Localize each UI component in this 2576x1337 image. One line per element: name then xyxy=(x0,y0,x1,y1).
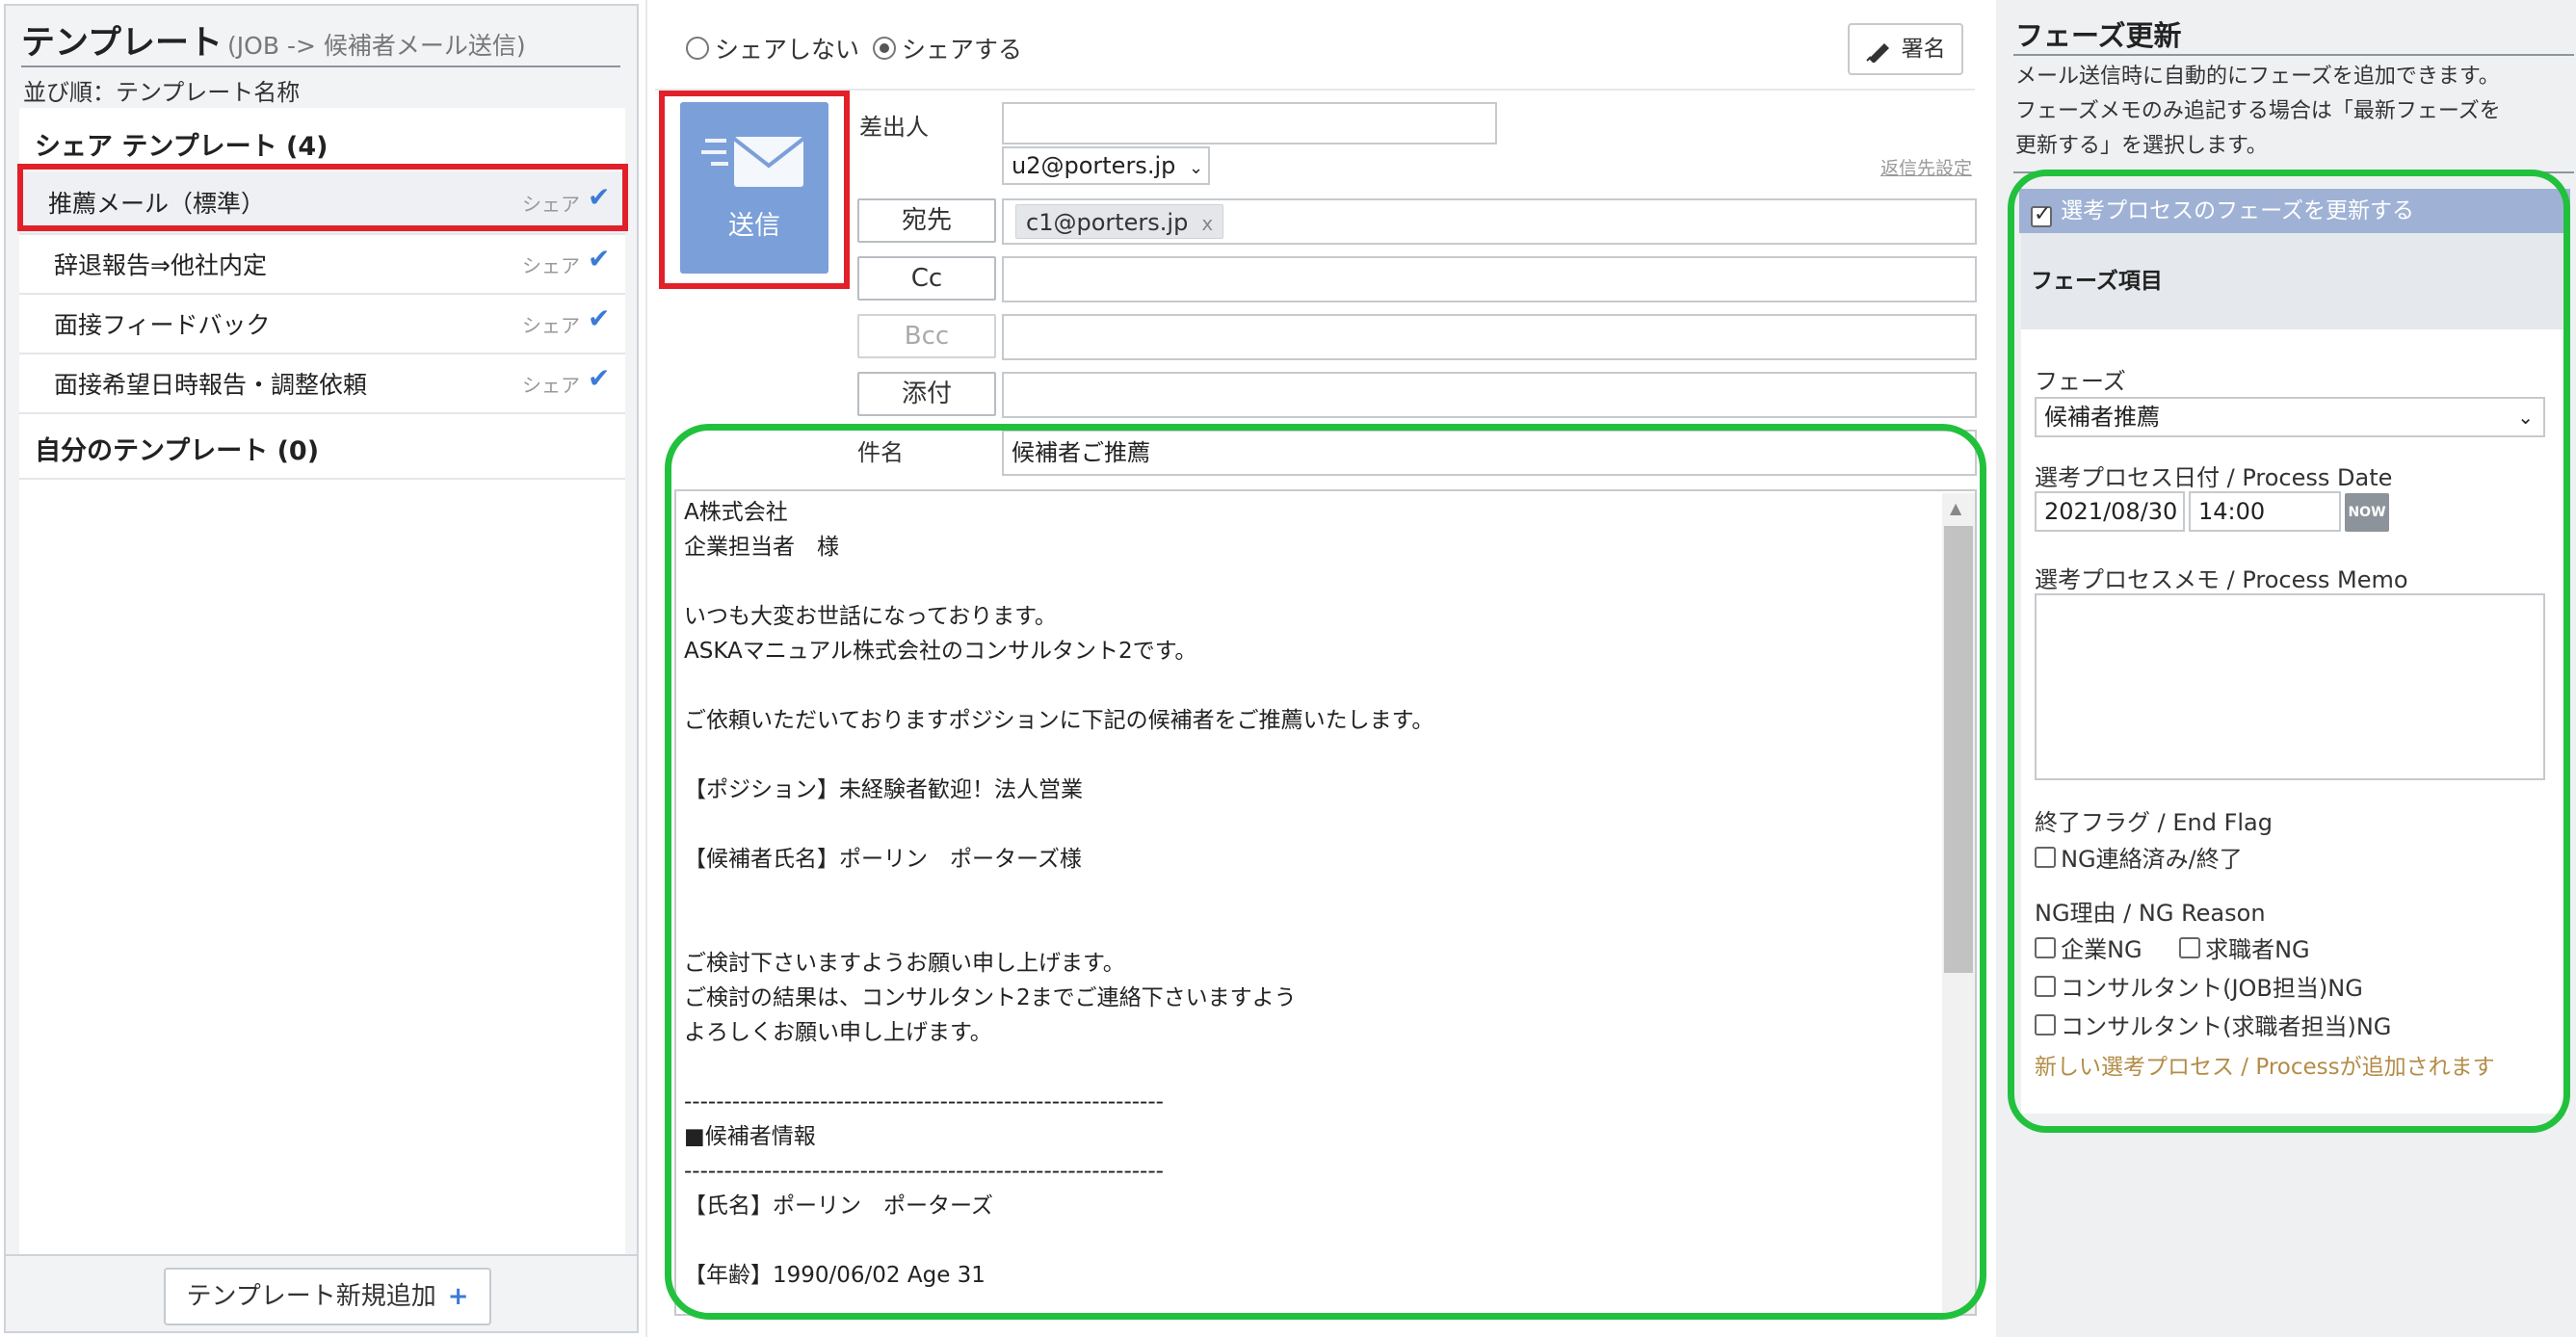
template-panel-header: テンプレート (JOB -> 候補者メール送信) xyxy=(21,15,628,64)
phase-title-divider xyxy=(2013,54,2574,56)
highlight-send-button xyxy=(659,91,850,289)
from-field[interactable] xyxy=(1002,102,1497,144)
signature-button[interactable]: 署名 xyxy=(1848,23,1963,75)
template-list: シェア テンプレート (4) 推薦メール（標準） シェア ✔ 辞退報告⇒他社内定… xyxy=(19,108,625,1254)
divider xyxy=(19,478,625,480)
plus-icon: + xyxy=(447,1282,469,1311)
template-item-label: 面接希望日時報告・調整依頼 xyxy=(54,371,368,399)
header-divider xyxy=(21,66,620,67)
from-label: 差出人 xyxy=(859,114,929,141)
bcc-button[interactable]: Bcc xyxy=(857,314,996,358)
add-template-label: テンプレート新規追加 xyxy=(186,1282,436,1311)
from-address-select[interactable]: u2@porters.jp ⌄ xyxy=(1002,146,1210,185)
highlight-selected-template xyxy=(17,164,628,231)
sort-order-label: 並び順：テンプレート名称 xyxy=(23,79,301,106)
radio-share-yes[interactable] xyxy=(873,37,896,60)
close-icon[interactable]: x xyxy=(1201,212,1213,235)
share-option-yes[interactable]: シェアする xyxy=(873,31,1022,66)
shared-templates-heading: シェア テンプレート (4) xyxy=(35,132,329,162)
to-button[interactable]: 宛先 xyxy=(857,198,996,243)
chevron-down-icon: ⌄ xyxy=(1188,158,1204,178)
template-item-feedback[interactable]: 面接フィードバック シェア ✔ xyxy=(19,295,625,353)
checkmark-icon: ✔ xyxy=(588,362,611,394)
reply-to-settings-link[interactable]: 返信先設定 xyxy=(1880,154,1972,180)
to-field[interactable]: c1@porters.jp x xyxy=(1002,198,1977,245)
share-option-no[interactable]: シェアしない xyxy=(686,31,859,66)
share-label: シェア xyxy=(522,314,580,337)
phase-panel-description: メール送信時に自動的にフェーズを追加できます。 フェーズメモのみ追記する場合は「… xyxy=(2015,65,2501,158)
add-template-button[interactable]: テンプレート新規追加 + xyxy=(164,1268,491,1325)
template-item-decline[interactable]: 辞退報告⇒他社内定 シェア ✔ xyxy=(19,235,625,293)
phase-panel-title: フェーズ更新 xyxy=(2015,19,2182,52)
template-panel-title: テンプレート xyxy=(21,24,223,63)
recipient-chip[interactable]: c1@porters.jp x xyxy=(1015,204,1224,239)
cc-field[interactable] xyxy=(1002,256,1977,302)
bcc-field[interactable] xyxy=(1002,314,1977,360)
attach-button[interactable]: 添付 xyxy=(857,372,996,416)
share-label: シェア xyxy=(522,254,580,277)
attachment-field[interactable] xyxy=(1002,372,1977,418)
template-panel-subtitle: (JOB -> 候補者メール送信) xyxy=(227,32,526,60)
checkmark-icon: ✔ xyxy=(588,243,611,275)
own-templates-heading: 自分のテンプレート (0) xyxy=(35,436,320,466)
cc-button[interactable]: Cc xyxy=(857,256,996,301)
toolbar-divider xyxy=(655,89,1975,91)
template-item-label: 辞退報告⇒他社内定 xyxy=(54,251,267,279)
footer-divider xyxy=(6,1254,637,1256)
share-label: シェア xyxy=(522,374,580,397)
radio-share-no[interactable] xyxy=(686,37,709,60)
template-item-interview-schedule[interactable]: 面接希望日時報告・調整依頼 シェア ✔ xyxy=(19,354,625,412)
highlight-message-area xyxy=(665,424,1986,1320)
template-item-label: 面接フィードバック xyxy=(54,311,271,339)
panel-divider xyxy=(645,0,647,1337)
divider xyxy=(19,412,625,414)
highlight-phase-panel xyxy=(2008,170,2570,1133)
checkmark-icon: ✔ xyxy=(588,302,611,334)
pen-icon xyxy=(1865,37,1901,64)
signature-label: 署名 xyxy=(1901,37,1946,62)
